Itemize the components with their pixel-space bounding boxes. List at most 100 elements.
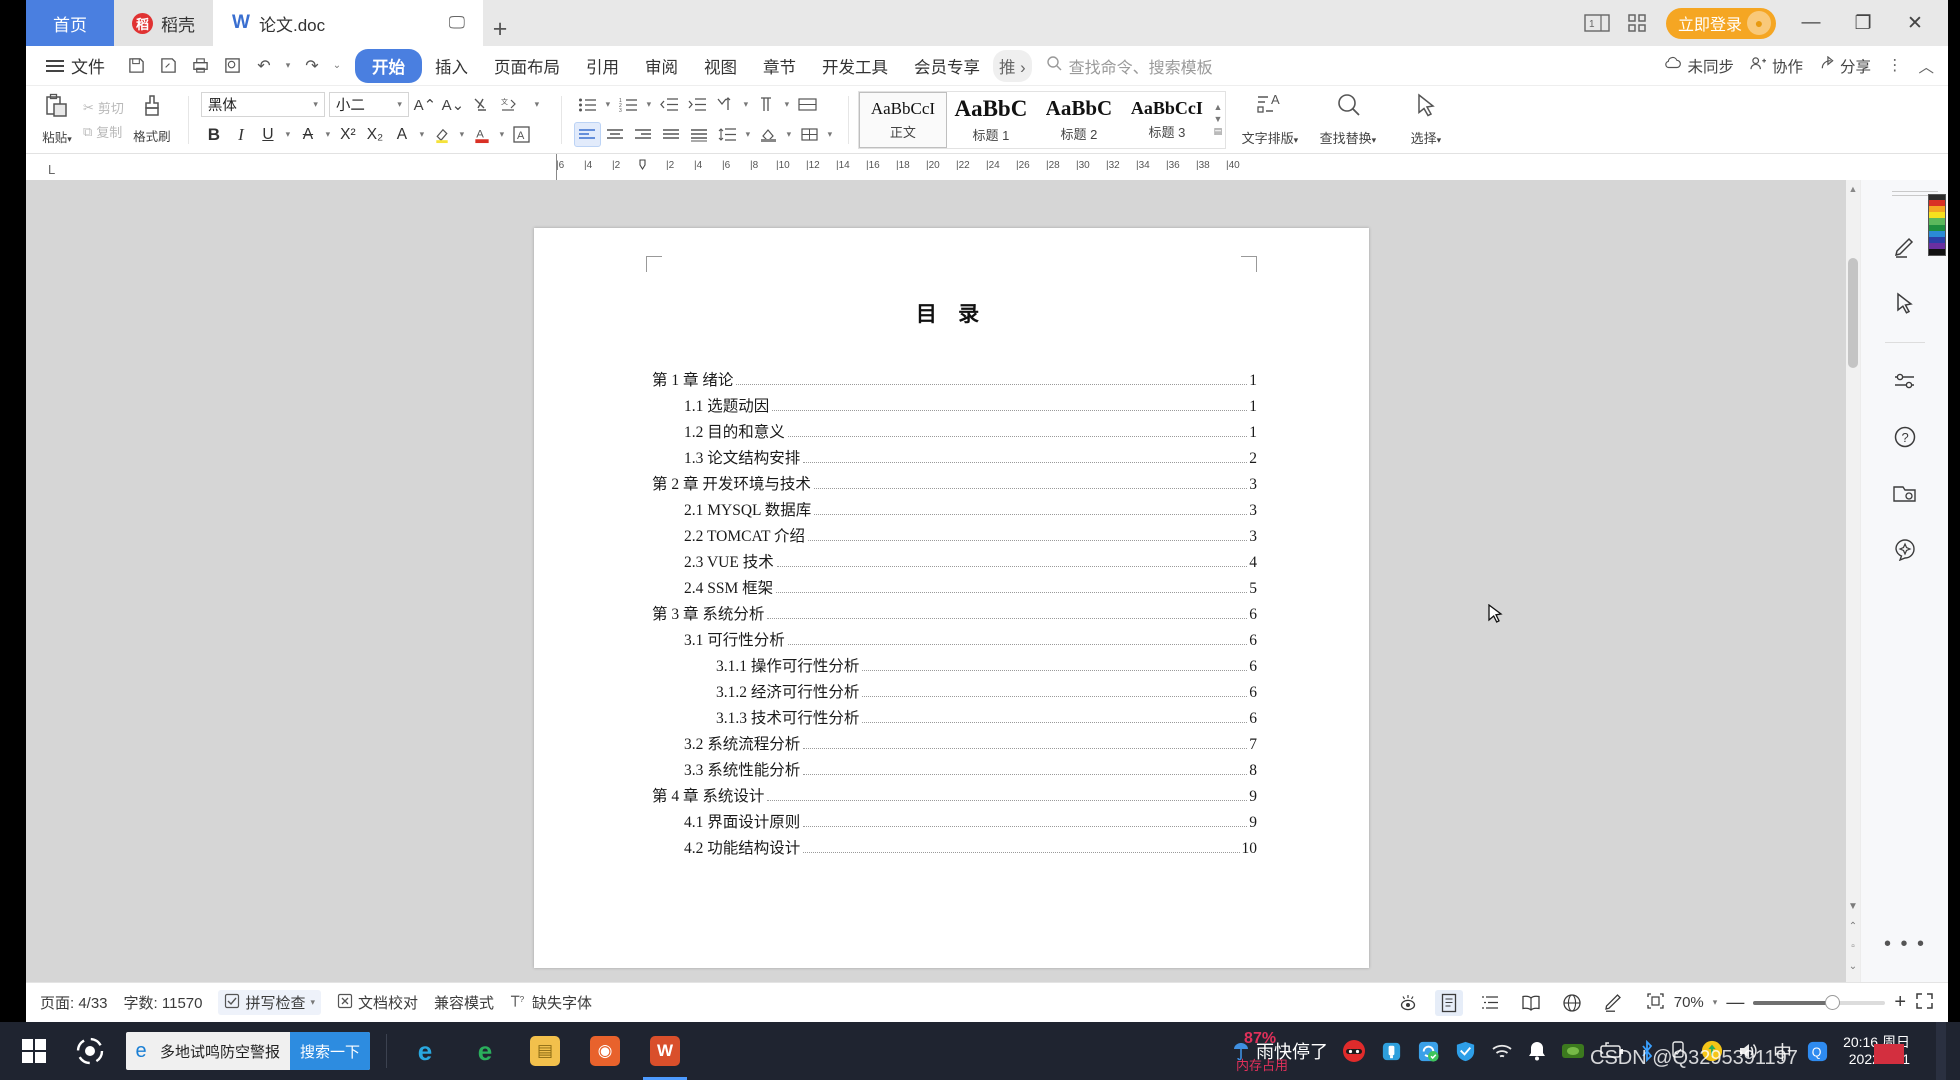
tab-home[interactable]: 首页 — [26, 0, 114, 46]
line-spacing-dropdown-icon[interactable]: ▾ — [742, 122, 754, 147]
toc-entry[interactable]: 2.3 VUE 技术 4 — [652, 550, 1257, 576]
missing-font-button[interactable]: ? 缺失字体 — [510, 992, 592, 1013]
toc-entry[interactable]: 第 2 章 开发环境与技术 3 — [652, 472, 1257, 498]
page-view-icon[interactable]: 1 — [1580, 6, 1614, 40]
share-button[interactable]: 分享 — [1819, 55, 1871, 77]
sync-check-icon[interactable] — [1417, 1040, 1440, 1063]
bullet-list-icon[interactable] — [574, 92, 601, 117]
zoom-slider[interactable] — [1753, 994, 1886, 1010]
strikethrough-button[interactable]: A — [295, 122, 321, 147]
font-size-select[interactable]: 小二 ▾ — [328, 92, 409, 117]
scroll-extra-controls[interactable]: ▼ ⌃ ▫ ⌄ — [1846, 901, 1860, 972]
fit-page-icon[interactable] — [1646, 992, 1665, 1014]
highlight-color-icon[interactable] — [429, 122, 455, 147]
word-count[interactable]: 字数: 11570 — [124, 992, 203, 1013]
next-page-icon[interactable]: ⌄ — [1849, 961, 1857, 972]
qq-icon[interactable]: Q — [1806, 1040, 1829, 1063]
scroll-up-icon[interactable]: ▲ — [1848, 184, 1858, 194]
print-icon[interactable] — [185, 51, 215, 81]
find-replace-button[interactable]: 查找替换▾ — [1309, 92, 1387, 147]
taskbar-app-360browser[interactable]: e — [455, 1022, 515, 1080]
windows-start-icon[interactable] — [6, 1022, 62, 1080]
strikethrough-dropdown-icon[interactable]: ▾ — [322, 122, 334, 147]
nvidia-icon[interactable] — [1561, 1041, 1585, 1061]
taskbar-search-box[interactable]: e 多地试鸣防空警报 搜索一下 — [126, 1032, 370, 1070]
style-gallery-scroll[interactable]: ▲ ▼ ▤ — [1211, 92, 1225, 148]
toc-entry[interactable]: 3.1 可行性分析 6 — [652, 628, 1257, 654]
char-border-dropdown-icon[interactable]: ▾ — [416, 122, 428, 147]
taskbar-search-button[interactable]: 搜索一下 — [289, 1032, 370, 1070]
justify-icon[interactable] — [658, 122, 685, 147]
style-item-heading2[interactable]: AaBbC 标题 2 — [1035, 92, 1123, 148]
color-spectrum-bar[interactable] — [1928, 194, 1946, 256]
toc-entry[interactable]: 1.3 论文结构安排 2 — [652, 446, 1257, 472]
toc-entry[interactable]: 第 4 章 系统设计 9 — [652, 784, 1257, 810]
marks-dropdown-icon[interactable]: ▾ — [781, 92, 793, 117]
redo-icon[interactable]: ↷ — [297, 51, 327, 81]
sync-status-button[interactable]: 未同步 — [1664, 55, 1734, 77]
toc-entry[interactable]: 3.3 系统性能分析 8 — [652, 758, 1257, 784]
taskbar-app-edge[interactable]: e — [395, 1022, 455, 1080]
taskbar-app-firefox[interactable]: ◉ — [575, 1022, 635, 1080]
bullet-dropdown-icon[interactable]: ▾ — [602, 92, 614, 117]
collapse-ribbon-icon[interactable]: ︿ — [1918, 55, 1934, 77]
style-item-normal[interactable]: AaBbCcI 正文 — [858, 91, 947, 148]
grid-apps-icon[interactable] — [1620, 6, 1654, 40]
sort-dropdown-icon[interactable]: ▾ — [740, 92, 752, 117]
document-page[interactable]: 目 录 第 1 章 绪论 1 1.1 选题动因 1 1.2 目的和意义 1 1.3 论… — [534, 228, 1369, 968]
tab-references[interactable]: 引用 — [573, 50, 632, 82]
numbered-list-icon[interactable]: 123 — [615, 92, 642, 117]
expand-gallery-icon[interactable]: ▤ — [1214, 126, 1223, 137]
grow-font-icon[interactable]: A⌃ — [413, 92, 437, 117]
tencent-shield-icon[interactable] — [1454, 1040, 1477, 1063]
line-spacing-icon[interactable] — [714, 122, 741, 147]
font-more-icon[interactable]: ▾ — [525, 92, 549, 117]
style-item-heading1[interactable]: AaBbC 标题 1 — [947, 92, 1035, 148]
scroll-down-icon[interactable]: ▼ — [1848, 901, 1858, 912]
shrink-font-icon[interactable]: A⌄ — [441, 92, 465, 117]
sort-icon[interactable] — [712, 92, 739, 117]
eye-protect-icon[interactable] — [1394, 990, 1422, 1016]
cortana-icon[interactable] — [62, 1022, 118, 1080]
menu-overflow-icon[interactable]: ⋮ — [1887, 56, 1903, 75]
command-search[interactable]: 查找命令、搜索模板 — [1046, 54, 1213, 78]
toc-entry[interactable]: 第 3 章 系统分析 6 — [652, 602, 1257, 628]
zoom-slider-knob[interactable] — [1825, 994, 1841, 1010]
annotate-icon[interactable] — [1599, 990, 1627, 1016]
pinyin-guide-icon[interactable]: 文 — [497, 92, 521, 117]
select-button[interactable]: 选择▾ — [1387, 92, 1465, 147]
usb-drive-icon[interactable] — [1380, 1040, 1403, 1063]
tab-member-exclusive[interactable]: 会员专享 — [901, 50, 993, 82]
new-tab-button[interactable]: + — [483, 12, 517, 46]
document-scrollbar[interactable]: ▲ ▼ ⌃ ▫ ⌄ — [1846, 180, 1860, 982]
toc-entry[interactable]: 4.2 功能结构设计 10 — [652, 836, 1257, 862]
toc-entry[interactable]: 2.2 TOMCAT 介绍 3 — [652, 524, 1257, 550]
maximize-button[interactable]: ❐ — [1840, 0, 1886, 46]
weather-widget[interactable]: 87% 内存占用 雨快停了 — [1232, 1030, 1328, 1073]
taskbar-app-wps[interactable]: W — [635, 1022, 695, 1080]
spellcheck-button[interactable]: 拼写检查 ▾ — [218, 990, 322, 1015]
close-button[interactable]: ✕ — [1892, 0, 1938, 46]
toc-entry[interactable]: 2.1 MYSQL 数据库 3 — [652, 498, 1257, 524]
chevron-down-icon[interactable]: ▼ — [1213, 114, 1222, 124]
tab-review[interactable]: 审阅 — [632, 50, 691, 82]
underline-dropdown-icon[interactable]: ▾ — [282, 122, 294, 147]
cut-button[interactable]: ✂ 剪切 — [83, 98, 124, 117]
increase-indent-icon[interactable] — [684, 92, 711, 117]
paste-button[interactable]: 粘贴▾ — [31, 93, 83, 146]
toc-entry[interactable]: 1.1 选题动因 1 — [652, 394, 1257, 420]
ai-spark-icon[interactable] — [1884, 531, 1926, 567]
toc-entry[interactable]: 4.1 界面设计原则 9 — [652, 810, 1257, 836]
ocr-scan-icon[interactable] — [1884, 475, 1926, 511]
toc-entry[interactable]: 3.1.1 操作可行性分析 6 — [652, 654, 1257, 680]
show-desktop-button[interactable] — [1936, 1022, 1946, 1080]
undo-icon[interactable]: ↶ — [249, 51, 279, 81]
tab-start[interactable]: 开始 — [355, 48, 422, 83]
settings-sliders-icon[interactable] — [1884, 363, 1926, 399]
align-center-icon[interactable] — [602, 122, 629, 147]
help-question-icon[interactable]: ? — [1884, 419, 1926, 455]
toc-entry[interactable]: 第 1 章 绪论 1 — [652, 368, 1257, 394]
toc-entry[interactable]: 1.2 目的和意义 1 — [652, 420, 1257, 446]
login-button[interactable]: 立即登录 ● — [1665, 7, 1776, 39]
file-menu-button[interactable]: 文件 — [36, 53, 115, 78]
